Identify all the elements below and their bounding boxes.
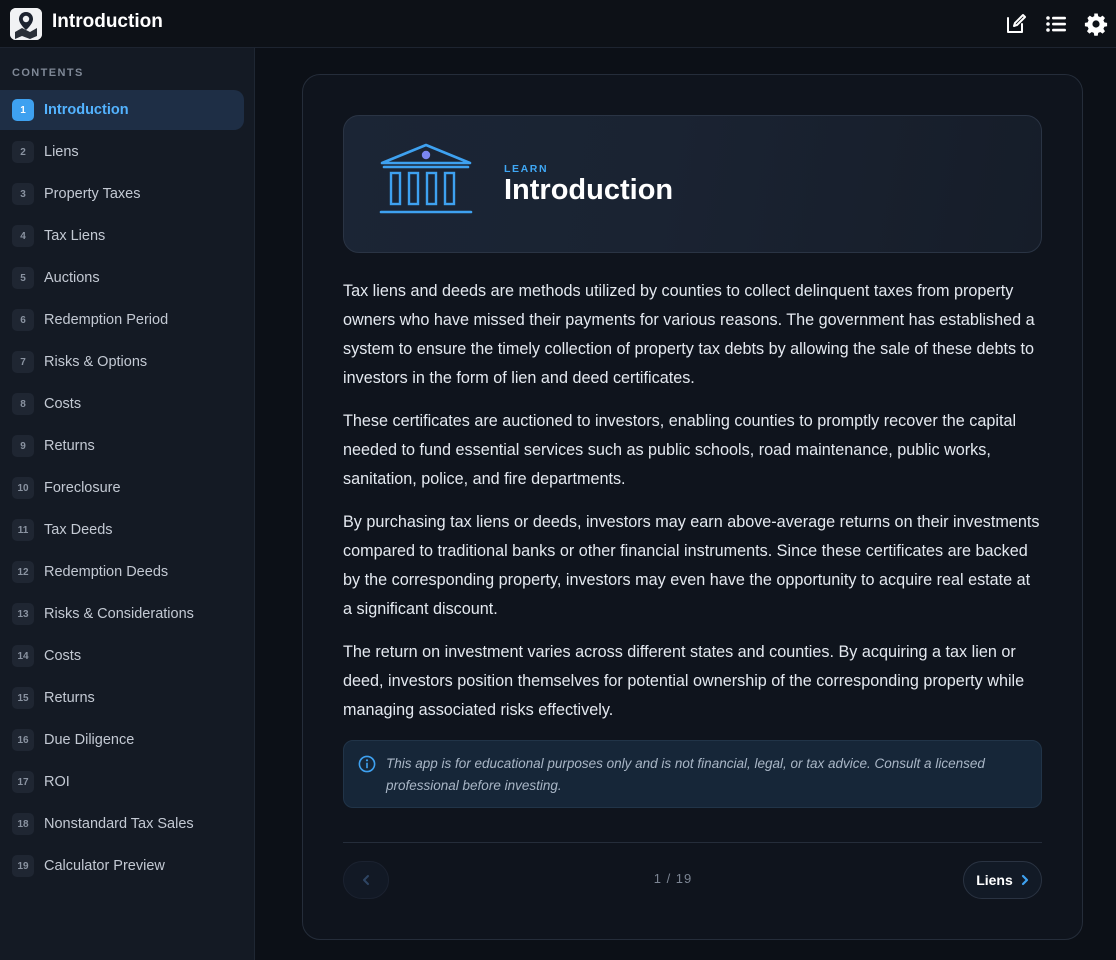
sidebar-item[interactable]: 16 Due Diligence bbox=[0, 720, 244, 760]
sidebar-item-number: 13 bbox=[12, 603, 34, 625]
sidebar-item-label: Redemption Period bbox=[44, 312, 169, 328]
next-button-label: Liens bbox=[976, 872, 1013, 888]
sidebar-item[interactable]: 5 Auctions bbox=[0, 258, 244, 298]
sidebar-item-number: 11 bbox=[12, 519, 34, 541]
sidebar-item[interactable]: 18 Nonstandard Tax Sales bbox=[0, 804, 244, 844]
top-bar: Introduction bbox=[0, 0, 1116, 48]
paragraph: Tax liens and deeds are methods utilized… bbox=[343, 282, 1035, 387]
sidebar-item-label: Property Taxes bbox=[44, 186, 141, 202]
sidebar-item[interactable]: 10 Foreclosure bbox=[0, 468, 244, 508]
sidebar-item-label: Redemption Deeds bbox=[44, 564, 169, 580]
sidebar-item[interactable]: 14 Costs bbox=[0, 636, 244, 676]
sidebar-item[interactable]: 17 ROI bbox=[0, 762, 244, 802]
sidebar-item-label: Costs bbox=[44, 648, 82, 664]
divider bbox=[343, 842, 1042, 843]
sidebar-heading: CONTENTS bbox=[12, 67, 84, 79]
sidebar-item-number: 2 bbox=[12, 141, 34, 163]
sidebar-item[interactable]: 9 Returns bbox=[0, 426, 244, 466]
sidebar-item-label: Risks & Considerations bbox=[44, 606, 194, 622]
sidebar-item-number: 19 bbox=[12, 855, 34, 877]
sidebar-item-number: 5 bbox=[12, 267, 34, 289]
sidebar-item[interactable]: 13 Risks & Considerations bbox=[0, 594, 244, 634]
sidebar-item[interactable]: 19 Calculator Preview bbox=[0, 846, 244, 886]
sidebar-item[interactable]: 12 Redemption Deeds bbox=[0, 552, 244, 592]
sidebar-item-label: Tax Liens bbox=[44, 228, 106, 244]
disclaimer-notice: This app is for educational purposes onl… bbox=[343, 740, 1042, 808]
sidebar-item[interactable]: 11 Tax Deeds bbox=[0, 510, 244, 550]
sidebar-item-number: 7 bbox=[12, 351, 34, 373]
sidebar-item-label: Calculator Preview bbox=[44, 858, 165, 874]
sidebar-item[interactable]: 15 Returns bbox=[0, 678, 244, 718]
sidebar-item-label: Due Diligence bbox=[44, 732, 135, 748]
chevron-left-icon bbox=[363, 875, 369, 885]
map-pin-logo-icon bbox=[10, 8, 42, 40]
sidebar-item-number: 6 bbox=[12, 309, 34, 331]
settings-gear-icon[interactable] bbox=[1084, 12, 1108, 36]
page-title: Introduction bbox=[504, 174, 674, 206]
sidebar-item-number: 12 bbox=[12, 561, 34, 583]
sidebar-item-number: 15 bbox=[12, 687, 34, 709]
paragraph: By purchasing tax liens or deeds, invest… bbox=[343, 513, 1040, 618]
disclaimer-text: This app is for educational purposes onl… bbox=[386, 756, 985, 793]
sidebar-item-label: Nonstandard Tax Sales bbox=[44, 816, 194, 832]
bank-building-icon bbox=[378, 143, 474, 220]
sidebar-item-label: Liens bbox=[44, 144, 79, 160]
previous-button[interactable] bbox=[343, 861, 389, 899]
sidebar-item[interactable]: 1 Introduction bbox=[0, 90, 244, 130]
chevron-right-icon bbox=[1021, 874, 1028, 886]
sidebar-item-number: 18 bbox=[12, 813, 34, 835]
sidebar-item-number: 14 bbox=[12, 645, 34, 667]
sidebar-item[interactable]: 4 Tax Liens bbox=[0, 216, 244, 256]
app-title: Introduction bbox=[52, 11, 163, 32]
sidebar-item-number: 16 bbox=[12, 729, 34, 751]
paragraph: The return on investment varies across d… bbox=[343, 643, 1025, 719]
sidebar-item-number: 9 bbox=[12, 435, 34, 457]
sidebar-item-number: 3 bbox=[12, 183, 34, 205]
lesson-hero: LEARN Introduction bbox=[343, 115, 1042, 253]
info-icon bbox=[358, 755, 376, 778]
lesson-body: Tax liens and deeds are methods utilized… bbox=[343, 277, 1043, 739]
sidebar-item-label: Auctions bbox=[44, 270, 100, 286]
page-indicator: 1 / 19 bbox=[653, 871, 693, 886]
sidebar-item-label: Costs bbox=[44, 396, 82, 412]
sidebar-item-number: 1 bbox=[12, 99, 34, 121]
edit-icon[interactable] bbox=[1004, 12, 1028, 36]
app-logo bbox=[10, 8, 42, 40]
sidebar-item-label: Returns bbox=[44, 690, 95, 706]
sidebar-item-number: 17 bbox=[12, 771, 34, 793]
sidebar-item[interactable]: 6 Redemption Period bbox=[0, 300, 244, 340]
sidebar-item-number: 10 bbox=[12, 477, 34, 499]
sidebar: CONTENTS 1 Introduction 2 Liens 3 Property Ta… bbox=[0, 48, 255, 960]
sidebar-item-number: 4 bbox=[12, 225, 34, 247]
sidebar-item-label: Introduction bbox=[44, 102, 129, 118]
sidebar-item-label: Tax Deeds bbox=[44, 522, 113, 538]
sidebar-item-label: ROI bbox=[44, 774, 70, 790]
sidebar-item-number: 8 bbox=[12, 393, 34, 415]
sidebar-item[interactable]: 7 Risks & Options bbox=[0, 342, 244, 382]
sidebar-item-label: Foreclosure bbox=[44, 480, 121, 496]
lesson-card: LEARN Introduction Tax liens and deeds a… bbox=[302, 74, 1083, 940]
list-icon[interactable] bbox=[1044, 12, 1068, 36]
sidebar-item[interactable]: 2 Liens bbox=[0, 132, 244, 172]
sidebar-item[interactable]: 8 Costs bbox=[0, 384, 244, 424]
sidebar-item-label: Risks & Options bbox=[44, 354, 148, 370]
paragraph: These certificates are auctioned to inve… bbox=[343, 412, 1017, 488]
next-button[interactable]: Liens bbox=[963, 861, 1042, 899]
sidebar-item[interactable]: 3 Property Taxes bbox=[0, 174, 244, 214]
sidebar-item-label: Returns bbox=[44, 438, 95, 454]
